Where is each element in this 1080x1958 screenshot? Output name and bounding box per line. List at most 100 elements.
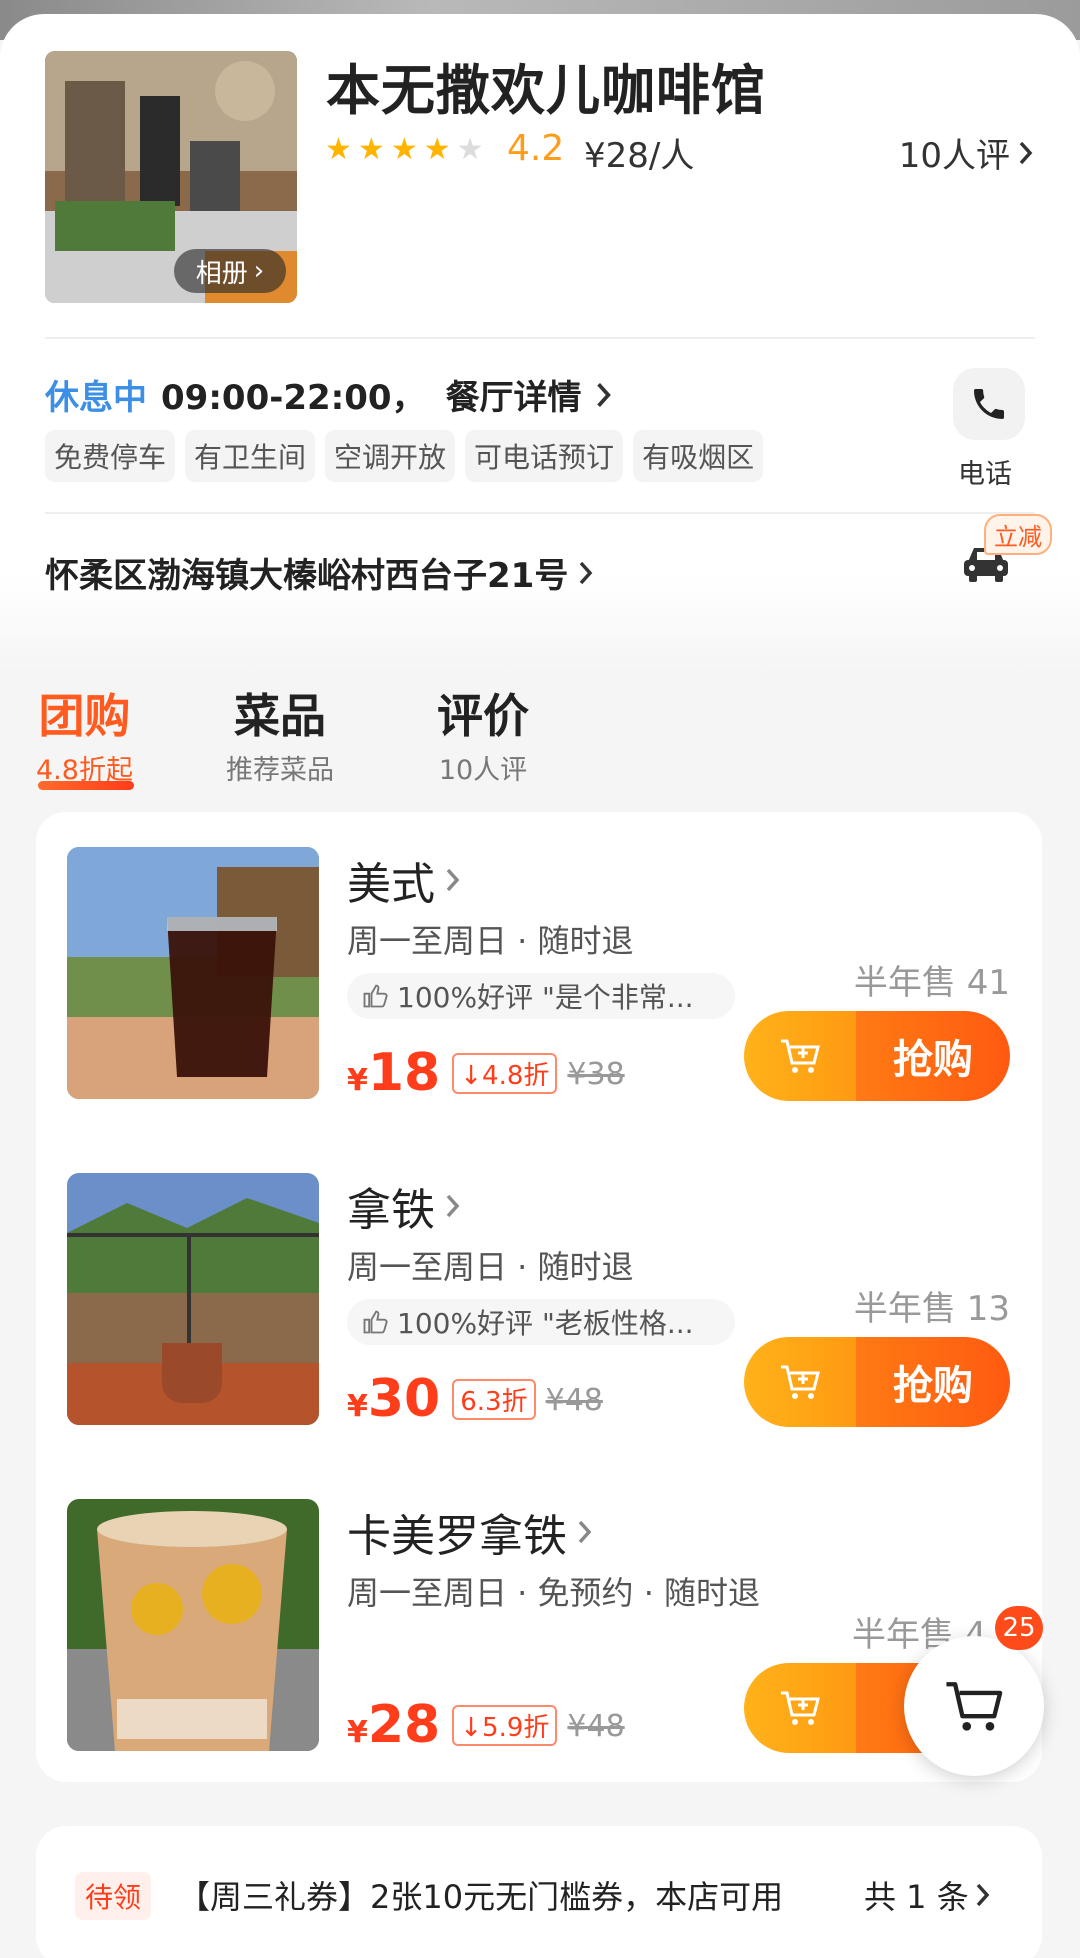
chevron-right-icon: › [253,256,265,286]
shop-name: 本无撒欢儿咖啡馆 [326,59,766,122]
facility-tag: 免费停车 [45,430,176,482]
deal-image[interactable] [67,1173,319,1425]
business-status-row[interactable]: 休息中 09:00-22:00， 餐厅详情 [45,370,614,419]
tab-group-buy[interactable]: 团购 4.8折起 [36,680,133,787]
chevron-right-icon [596,382,611,407]
business-hours: 09:00-22:00， [161,378,426,418]
buy-button[interactable]: 抢购 [744,1011,1010,1101]
coupon-text: 【周三礼券】2张10元无门槛券，本店可用 [178,1878,784,1916]
star-icon: ★ [423,132,451,167]
tab-reviews[interactable]: 评价 10人评 [437,680,529,787]
deal-title[interactable]: 美式 [347,848,461,912]
review-count: 10人评 [898,136,1010,176]
currency-symbol: ¥ [347,1389,368,1424]
currency-symbol: ¥ [347,1715,368,1750]
thumbs-up-icon [363,984,388,1008]
deal-title-text: 拿铁 [347,1185,435,1236]
thumbs-up-icon [363,1310,388,1334]
deal-title[interactable]: 卡美罗拿铁 [347,1500,593,1564]
star-empty-icon: ★ [456,132,484,167]
deal-image[interactable] [67,1499,319,1751]
rating-score: 4.2 [507,128,565,169]
star-icon: ★ [357,132,385,167]
deal-title-text: 美式 [347,859,435,910]
cart-plus-icon [781,1691,820,1725]
discount-value: 4.8折 [482,1061,550,1091]
original-price: ¥48 [545,1383,603,1418]
praise-text: 100%好评 "老板性格... [397,1307,694,1340]
discount-tag: 6.3折 [452,1379,536,1420]
phone-label: 电话 [958,459,1012,490]
chevron-right-icon [446,868,460,892]
sold-count: 半年售 41 [853,963,1010,1003]
praise-text: 100%好评 "是个非常... [397,981,694,1014]
tab-subtitle: 10人评 [438,755,528,786]
phone-icon [974,389,1004,419]
star-icon: ★ [390,132,418,167]
active-tab-indicator [38,781,134,790]
chevron-right-icon [1019,141,1033,164]
star-icon: ★ [325,132,352,167]
add-to-cart-button[interactable] [744,1337,856,1427]
original-price: ¥48 [567,1709,625,1744]
deal-price: 28 [367,1695,441,1755]
reviews-link[interactable]: 10人评 [899,128,1034,177]
discount-tag: ↓4.8折 [452,1053,558,1094]
phone-button[interactable] [953,368,1025,440]
address-link[interactable]: 怀柔区渤海镇大榛峪村西台子21号 [45,548,594,597]
coupon-count: 共 1 条 [864,1878,969,1916]
deal-price: 18 [367,1043,441,1103]
star-rating: ★ ★ ★ ★ ★ [325,134,484,166]
album-label: 相册 [195,258,248,289]
sold-count: 半年售 13 [853,1289,1010,1329]
price-per-person: ¥28/人 [584,136,695,176]
add-to-cart-button[interactable] [744,1663,856,1753]
status-text: 休息中 [45,378,147,418]
chevron-right-icon [446,1194,460,1218]
buy-button[interactable]: 抢购 [744,1337,1010,1427]
deal-terms: 周一至周日 · 免预约 · 随时退 [347,1574,761,1612]
chevron-right-icon [580,561,593,584]
currency-symbol: ¥ [347,1063,368,1098]
tab-subtitle: 推荐菜品 [226,755,334,786]
deal-title[interactable]: 拿铁 [347,1174,461,1238]
floating-cart-button[interactable] [904,1636,1044,1776]
restaurant-detail-link: 餐厅详情 [445,378,582,418]
coupon-badge: 待领 [75,1872,152,1920]
deal-terms: 周一至周日 · 随时退 [347,922,634,960]
facility-tag: 有吸烟区 [633,430,764,482]
tab-title: 菜品 [234,689,326,743]
tab-title: 评价 [437,689,529,743]
facility-tags: 免费停车 有卫生间 空调开放 可电话预订 有吸烟区 [45,430,764,482]
deal-price-row: ¥ 28 ↓5.9折 ¥48 [347,1695,625,1755]
address-text: 怀柔区渤海镇大榛峪村西台子21号 [45,556,569,596]
add-to-cart-button[interactable] [744,1011,856,1101]
deal-terms: 周一至周日 · 随时退 [347,1248,634,1286]
praise-pill: 100%好评 "是个非常... [347,973,735,1019]
facility-tag: 可电话预订 [465,430,624,482]
grab-button[interactable]: 抢购 [856,1011,1010,1101]
chevron-right-icon [976,1883,990,1907]
discount-tag: ↓5.9折 [452,1705,558,1746]
coupon-count-link[interactable]: 共 1 条 [864,1872,991,1918]
deal-price-row: ¥ 18 ↓4.8折 ¥38 [347,1043,625,1103]
album-button[interactable]: 相册 › [174,249,286,293]
tab-title: 团购 [38,689,131,743]
original-price: ¥38 [567,1057,625,1092]
cart-plus-icon [781,1039,820,1073]
cart-plus-icon [781,1365,820,1399]
deal-image[interactable] [67,847,319,1099]
chevron-right-icon [578,1520,592,1544]
tab-dishes[interactable]: 菜品 推荐菜品 [226,680,334,787]
deal-price-row: ¥ 30 6.3折 ¥48 [347,1369,603,1429]
facility-tag: 有卫生间 [185,430,316,482]
cart-count-badge: 25 [995,1606,1043,1650]
grab-button[interactable]: 抢购 [856,1337,1010,1427]
divider [45,337,1035,339]
cart-icon [946,1682,1003,1731]
discount-value: 5.9折 [482,1713,550,1743]
facility-tag: 空调开放 [325,430,456,482]
deal-title-text: 卡美罗拿铁 [347,1511,567,1562]
divider [45,512,1035,514]
deal-price: 30 [367,1369,441,1429]
